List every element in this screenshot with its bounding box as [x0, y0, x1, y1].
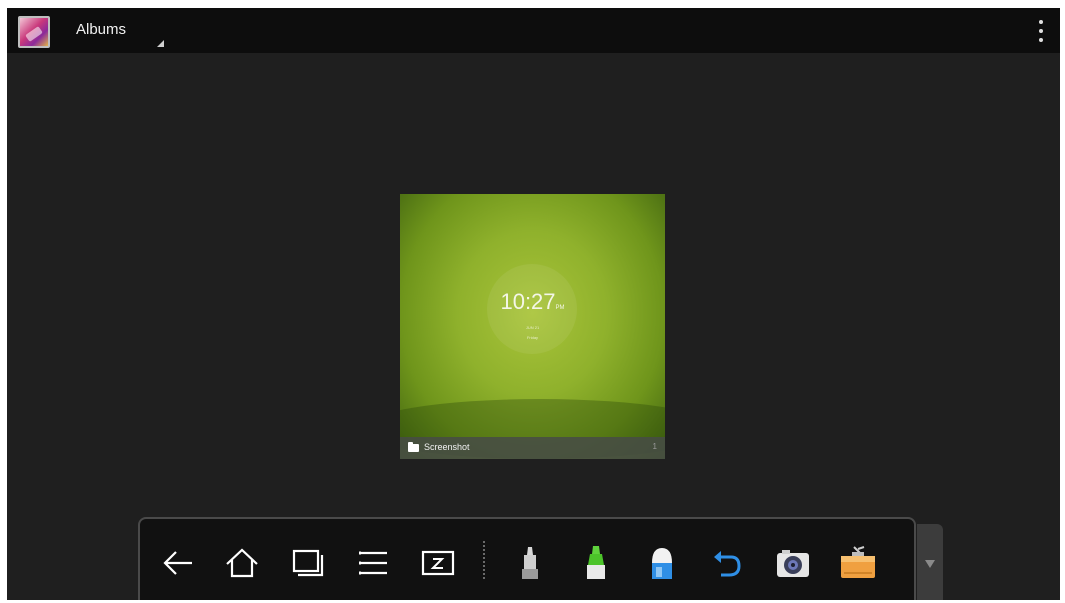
- recent-apps-icon[interactable]: [288, 543, 328, 583]
- toolbar-divider: [483, 541, 485, 581]
- chevron-down-icon[interactable]: [925, 560, 935, 568]
- thumbnail-time: 10:27: [500, 289, 556, 314]
- eraser-icon[interactable]: [642, 543, 682, 583]
- back-arrow-icon[interactable]: [158, 543, 198, 583]
- undo-icon[interactable]: [707, 543, 747, 583]
- menu-icon[interactable]: [353, 543, 393, 583]
- album-name: Screenshot: [424, 442, 470, 452]
- more-vert-icon[interactable]: [1036, 20, 1046, 42]
- spinner-triangle-icon[interactable]: [157, 40, 164, 47]
- gallery-screen: Albums 10:27PM JUN 21 Friday Screenshot …: [7, 8, 1060, 600]
- toolbar-collapse-tab[interactable]: [917, 524, 943, 600]
- thumbnail-day: Friday: [526, 335, 539, 340]
- highlighter-icon[interactable]: [576, 543, 616, 583]
- home-icon[interactable]: [222, 543, 262, 583]
- thumbnail-clock-time: 10:27PM: [400, 289, 665, 315]
- gallery-icon[interactable]: [18, 16, 50, 48]
- whiteboard-icon[interactable]: [418, 543, 458, 583]
- marker-pen-icon[interactable]: [510, 543, 550, 583]
- album-view-spinner-label[interactable]: Albums: [76, 21, 126, 38]
- album-label-bar: Screenshot 1: [400, 437, 665, 459]
- action-bar: Albums: [7, 8, 1060, 53]
- thumbnail-ampm: PM: [555, 305, 565, 311]
- album-count: 1: [652, 442, 657, 451]
- camera-icon[interactable]: [773, 543, 813, 583]
- toolbox-icon[interactable]: [838, 543, 878, 583]
- album-tile-screenshot[interactable]: 10:27PM JUN 21 Friday Screenshot 1: [400, 194, 665, 459]
- folder-icon: [408, 442, 419, 452]
- thumbnail-date: JUN 21: [525, 325, 540, 330]
- floating-toolbar: [138, 517, 916, 600]
